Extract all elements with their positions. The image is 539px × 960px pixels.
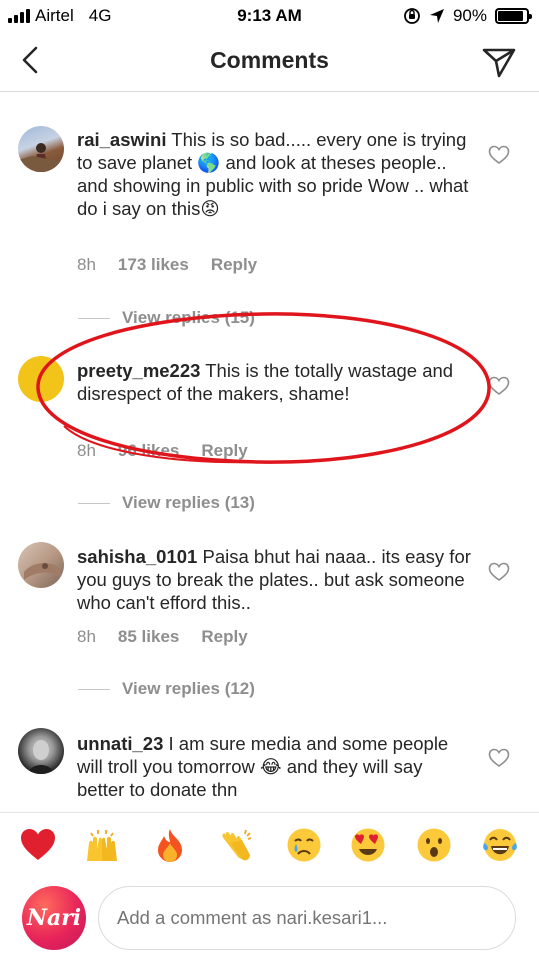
avatar[interactable] <box>18 728 64 774</box>
like-heart-icon[interactable] <box>488 145 510 165</box>
raised-hands-emoji-icon[interactable] <box>84 827 120 863</box>
like-heart-icon[interactable] <box>488 748 510 768</box>
reply-button[interactable]: Reply <box>211 255 257 275</box>
comment-input[interactable] <box>98 886 516 950</box>
comment-composer: Nari <box>0 876 539 960</box>
view-replies[interactable]: View replies (15) <box>78 308 255 328</box>
status-bar: Airtel 4G 9:13 AM 90% <box>0 0 539 32</box>
clapping-hands-emoji-icon[interactable] <box>218 827 254 863</box>
replies-divider <box>78 502 110 504</box>
my-avatar: Nari <box>22 886 86 950</box>
avatar[interactable] <box>18 126 64 172</box>
view-replies-label[interactable]: View replies (15) <box>122 308 255 328</box>
surprised-face-emoji-icon[interactable] <box>416 827 452 863</box>
likes-count[interactable]: 85 likes <box>118 627 179 647</box>
likes-count[interactable]: 96 likes <box>118 441 179 461</box>
comment-meta: 8h 173 likes Reply <box>77 255 257 275</box>
battery-percent: 90% <box>452 6 487 25</box>
fire-emoji-icon[interactable] <box>152 827 188 863</box>
replies-divider <box>78 317 110 319</box>
like-heart-icon[interactable] <box>488 376 510 396</box>
likes-count[interactable]: 173 likes <box>118 255 189 275</box>
location-arrow-icon <box>429 9 444 23</box>
comment-username[interactable]: sahisha_0101 <box>77 546 197 567</box>
nav-header: Comments <box>0 32 539 92</box>
orientation-lock-icon <box>404 8 420 24</box>
comment-meta: 8h 96 likes Reply <box>77 441 248 461</box>
view-replies[interactable]: View replies (13) <box>78 493 255 513</box>
comment-username[interactable]: preety_me223 <box>77 360 200 381</box>
avatar-logo-text: Nari <box>26 905 82 931</box>
comment-text: sahisha_0101 Paisa bhut hai naaa.. its e… <box>77 545 472 614</box>
replies-divider <box>78 688 110 690</box>
avatar[interactable] <box>18 356 64 402</box>
crying-face-emoji-icon[interactable] <box>286 827 322 863</box>
comment-meta: 8h 85 likes Reply <box>77 627 248 647</box>
emoji-reaction-bar <box>0 812 539 876</box>
comment-text: rai_aswini This is so bad..... every one… <box>77 128 472 220</box>
avatar[interactable] <box>18 542 64 588</box>
view-replies[interactable]: View replies (12) <box>78 679 255 699</box>
like-heart-icon[interactable] <box>488 562 510 582</box>
comment-time: 8h <box>77 255 96 274</box>
battery-icon <box>495 8 532 24</box>
direct-send-icon[interactable] <box>479 42 519 82</box>
reply-button[interactable]: Reply <box>201 441 247 461</box>
comment-time: 8h <box>77 627 96 646</box>
view-replies-label[interactable]: View replies (13) <box>122 493 255 513</box>
page-title: Comments <box>210 47 329 73</box>
view-replies-label[interactable]: View replies (12) <box>122 679 255 699</box>
red-heart-emoji-icon[interactable] <box>20 827 56 863</box>
heart-eyes-emoji-icon[interactable] <box>350 827 386 863</box>
comment-time: 8h <box>77 441 96 460</box>
tears-of-joy-emoji-icon[interactable] <box>482 827 518 863</box>
comment-username[interactable]: unnati_23 <box>77 733 163 754</box>
comment-text: unnati_23 I am sure media and some peopl… <box>77 732 472 800</box>
reply-button[interactable]: Reply <box>201 627 247 647</box>
comment-username[interactable]: rai_aswini <box>77 129 166 150</box>
comment-text: preety_me223 This is the totally wastage… <box>77 359 472 405</box>
